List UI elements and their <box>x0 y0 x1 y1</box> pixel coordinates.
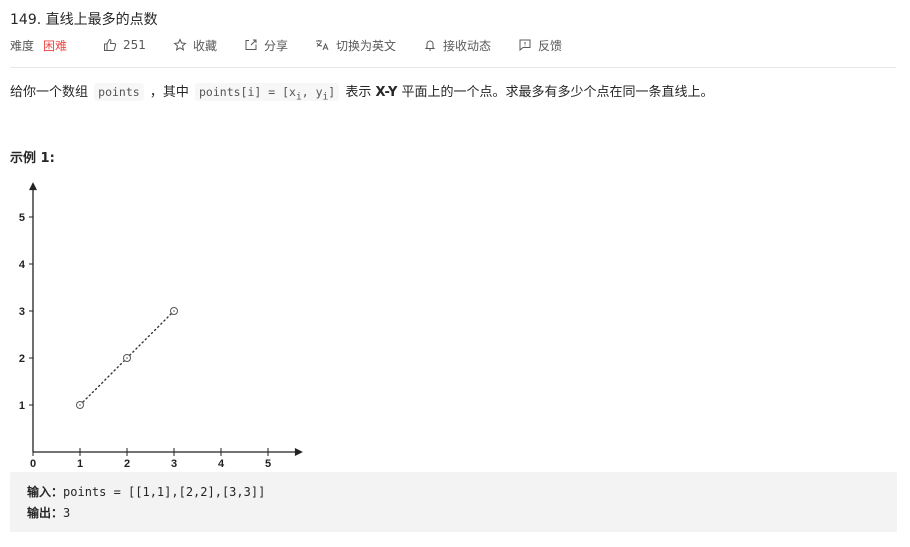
difficulty-badge: 困难 <box>43 38 68 53</box>
desc-text: 给你一个数组 <box>10 85 89 100</box>
code-points-i: points[i] = [xi, yi] <box>195 83 340 102</box>
data-point-center <box>173 310 175 312</box>
x-tick-label: 1 <box>77 458 83 470</box>
example-input: 输入：points = [[1,1],[2,2],[3,3]] <box>27 483 265 500</box>
like-count: 251 <box>123 38 146 52</box>
share-icon <box>245 39 257 50</box>
desc-text: 平面上的一个点。求最多有多少个点在同一条直线上。 <box>401 85 714 100</box>
y-tick-label: 3 <box>19 306 25 318</box>
data-point-center <box>126 357 128 359</box>
translate-icon <box>315 40 329 51</box>
code-text: , y <box>301 85 323 99</box>
x-axis-arrow <box>294 448 303 456</box>
bell-icon <box>424 40 436 51</box>
favorite-label: 收藏 <box>192 38 217 53</box>
header-divider <box>10 67 896 68</box>
output-label: 输出： <box>27 506 64 520</box>
code-text: points[i] = [x <box>199 85 296 99</box>
example-io-box: 输入：points = [[1,1],[2,2],[3,3]] 输出：3 <box>10 472 897 532</box>
feedback-icon <box>519 39 531 52</box>
code-text: points <box>98 85 140 99</box>
feedback-label: 反馈 <box>538 38 563 53</box>
translate-button[interactable]: 切换为英文 <box>315 37 396 54</box>
subscribe-label: 接收动态 <box>442 38 491 53</box>
y-axis-arrow <box>29 182 37 191</box>
code-text: ] <box>328 85 336 99</box>
input-label: 输入： <box>27 485 64 499</box>
translate-label: 切换为英文 <box>335 38 396 53</box>
share-button[interactable]: 分享 <box>244 37 288 54</box>
problem-meta-bar: 难度 困难 251 收藏 分享 切换为英文 接收动态 反馈 <box>10 36 589 54</box>
feedback-button[interactable]: 反馈 <box>518 37 562 54</box>
y-tick-label: 4 <box>19 259 26 271</box>
favorite-button[interactable]: 收藏 <box>173 37 217 54</box>
problem-title: 149. 直线上最多的点数 <box>10 12 158 28</box>
subscribe-button[interactable]: 接收动态 <box>423 37 491 54</box>
x-tick-label: 5 <box>265 458 271 470</box>
star-icon <box>173 38 187 51</box>
code-points: points <box>94 83 144 101</box>
desc-text: ，其中 <box>149 85 189 100</box>
thumbs-up-icon <box>104 38 117 51</box>
y-tick-label: 2 <box>19 353 25 365</box>
problem-description: 给你一个数组 points ，其中 points[i] = [xi, yi] 表… <box>10 82 714 107</box>
x-tick-label: 2 <box>124 458 130 470</box>
input-value: points = [[1,1],[2,2],[3,3]] <box>63 485 266 499</box>
difficulty-label: 难度 <box>10 38 35 53</box>
desc-bold: X-Y <box>375 85 398 100</box>
share-label: 分享 <box>263 38 288 53</box>
x-tick-label: 4 <box>218 458 225 470</box>
y-tick-label: 5 <box>19 212 25 224</box>
example-output: 输出：3 <box>27 504 70 521</box>
example-title: 示例 1: <box>10 151 55 166</box>
data-point-center <box>79 404 81 406</box>
like-button[interactable]: 251 <box>103 38 146 52</box>
x-tick-label: 3 <box>171 458 177 470</box>
y-tick-label: 1 <box>19 400 25 412</box>
output-value: 3 <box>63 506 71 520</box>
desc-text: 表示 <box>345 85 372 100</box>
example-chart: 0 1 2 3 4 5 1 2 3 4 5 <box>19 182 303 470</box>
x-tick-label: 0 <box>30 458 36 470</box>
